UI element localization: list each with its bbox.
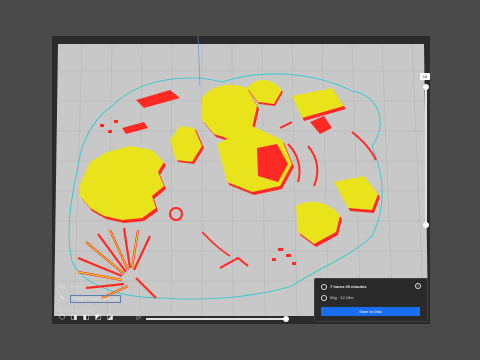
layer-slider-bottom-handle[interactable] bbox=[423, 222, 429, 228]
simulation-slider-handle[interactable] bbox=[283, 316, 289, 322]
object-info-panel: ▭ 1 object ✎ PI3MK3_Cobra_print_full 240… bbox=[58, 282, 188, 318]
top-view-icon[interactable]: ◧ bbox=[82, 314, 90, 322]
model-name-row[interactable]: ✎ PI3MK3_Cobra_print_full bbox=[58, 294, 188, 303]
3d-view-icon[interactable]: ⬡ bbox=[58, 314, 66, 322]
layer-slider[interactable] bbox=[423, 81, 429, 231]
front-view-icon[interactable]: ◨ bbox=[70, 314, 78, 322]
material-usage: 50g · 12.19m bbox=[330, 295, 354, 300]
view-orientation-toolbar: ⬡ ◨ ◧ ◩ ◪ bbox=[58, 314, 114, 322]
object-count-row: ▭ 1 object bbox=[58, 282, 188, 291]
right-view-icon[interactable]: ◪ bbox=[106, 314, 114, 322]
simulation-slider-track[interactable] bbox=[146, 318, 286, 320]
left-view-icon[interactable]: ◩ bbox=[94, 314, 102, 322]
print-time: 7 hours 00 minutes bbox=[330, 284, 367, 289]
object-icon: ▭ bbox=[58, 282, 66, 290]
clock-icon bbox=[321, 284, 327, 290]
app-window: ▭ 1 object ✎ PI3MK3_Cobra_print_full 240… bbox=[52, 36, 430, 324]
info-icon[interactable]: i bbox=[415, 283, 421, 289]
layer-slider-top-handle[interactable] bbox=[423, 84, 429, 90]
print-summary-panel: 7 hours 00 minutes i 50g · 12.19m Save t… bbox=[314, 278, 428, 322]
layer-slider-track[interactable] bbox=[425, 87, 427, 227]
edit-icon[interactable]: ✎ bbox=[58, 295, 66, 303]
save-to-disk-button[interactable]: Save to Disk bbox=[321, 307, 420, 316]
play-icon[interactable]: ▷ bbox=[136, 315, 142, 321]
material-row: 50g · 12.19m bbox=[321, 295, 354, 301]
layer-number-label: 16 bbox=[420, 73, 430, 80]
print-time-row: 7 hours 00 minutes bbox=[321, 284, 366, 290]
model-name-field[interactable]: PI3MK3_Cobra_print_full bbox=[70, 294, 121, 303]
object-count: 1 object bbox=[70, 283, 85, 289]
spool-icon bbox=[321, 295, 327, 301]
